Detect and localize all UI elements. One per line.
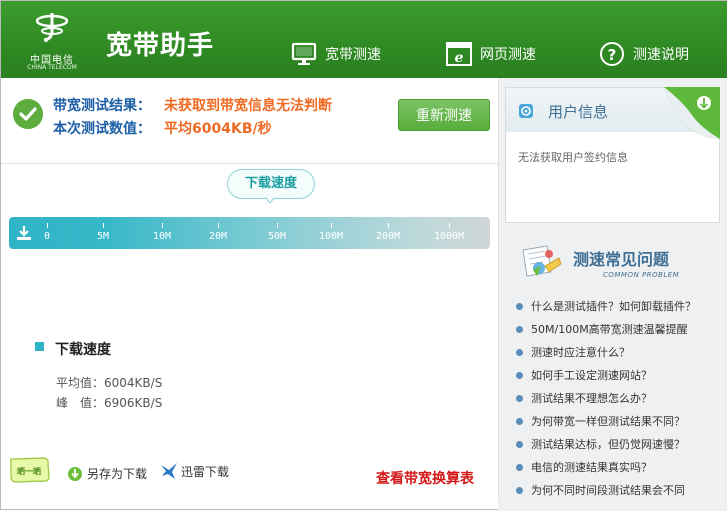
bullet-icon	[516, 372, 523, 379]
speedtest-window: 中国电信 CHINA TELECOM 宽带助手 宽带测速 e 网页测速 ? 测速…	[0, 0, 727, 511]
share-badge[interactable]: 晒一晒	[7, 456, 51, 484]
bullet-icon	[516, 441, 523, 448]
user-info-text: 无法获取用户签约信息	[518, 151, 628, 164]
header-bar: 中国电信 CHINA TELECOM 宽带助手 宽带测速 e 网页测速 ? 测速…	[1, 1, 727, 78]
scale-tick-label: 50M	[267, 231, 287, 242]
save-as-download-label: 另存为下载	[87, 467, 148, 481]
scale-tick-label: 100M	[318, 231, 344, 242]
scale-tick	[388, 223, 389, 228]
faq-item-label: 测试结果达标，但仍觉网速慢？	[531, 438, 685, 451]
faq-item-label: 50M/100M高带宽测速温馨提醒	[531, 323, 688, 336]
faq-item[interactable]: 测速时应注意什么？	[513, 341, 723, 364]
share-badge-text: 晒一晒	[17, 467, 41, 476]
faq-title: 测速常见问题	[573, 250, 670, 269]
monitor-icon	[291, 42, 317, 65]
bullet-icon	[516, 464, 523, 471]
bandwidth-conversion-link[interactable]: 查看带宽换算表	[376, 468, 474, 488]
thunder-bird-icon	[161, 463, 177, 479]
app-title: 宽带助手	[106, 31, 215, 61]
faq-list: 什么是测试插件？如何卸载插件？ 50M/100M高带宽测速温馨提醒 测速时应注意…	[513, 295, 723, 502]
faq-item[interactable]: 如何手工设定测速网站？	[513, 364, 723, 387]
bullet-icon	[516, 326, 523, 333]
nav-label: 测速说明	[633, 47, 689, 63]
result-summary: 带宽测试结果： 未获取到带宽信息无法判断 本次测试数值： 平均6004KB/秒 …	[1, 78, 498, 164]
scale-tick	[277, 223, 278, 228]
page-curl-download-icon[interactable]	[664, 87, 720, 139]
browser-icon: e	[446, 42, 472, 66]
scale-tick-label: 10M	[152, 231, 172, 242]
help-icon: ?	[600, 42, 624, 66]
test-value-label: 本次测试数值：	[53, 121, 151, 137]
faq-item[interactable]: 为何带宽一样但测试结果不同？	[513, 410, 723, 433]
faq-item-label: 电信的测速结果真实吗？	[531, 461, 652, 474]
thunder-download-link[interactable]: 迅雷下载	[159, 461, 229, 481]
faq-item-label: 测试结果不理想怎么办？	[531, 392, 652, 405]
tag-pointer	[265, 197, 275, 203]
logo-text-en: CHINA TELECOM	[27, 64, 77, 71]
user-info-panel: 用户信息 无法获取用户签约信息	[505, 87, 720, 223]
svg-text:?: ?	[608, 46, 617, 64]
faq-subtitle: COMMON PROBLEM	[603, 271, 680, 279]
test-value: 平均6004KB/秒	[164, 121, 272, 137]
user-info-title: 用户信息	[548, 103, 609, 121]
scale-tick	[103, 223, 104, 228]
scale-tick-label: 1000M	[433, 231, 465, 242]
bullet-icon	[516, 303, 523, 310]
faq-item-label: 如何手工设定测速网站？	[531, 369, 652, 382]
nav-broadband-test[interactable]: 宽带测速	[291, 39, 381, 69]
result-label: 带宽测试结果：	[53, 98, 151, 114]
faq-item[interactable]: 电信的测速结果真实吗？	[513, 456, 723, 479]
download-arrow-icon	[68, 466, 82, 481]
faq-item-label: 什么是测试插件？如何卸载插件？	[531, 300, 696, 313]
bullet-icon	[516, 349, 523, 356]
nav-label: 宽带测速	[325, 47, 381, 63]
stats-title: 下载速度	[55, 342, 111, 358]
save-as-download-link[interactable]: 另存为下载	[67, 465, 147, 482]
peak-speed-row: 峰 值：6906KB/S	[56, 394, 162, 411]
scale-tick-label: 20M	[208, 231, 228, 242]
scale-tick	[47, 223, 48, 228]
result-value: 未获取到带宽信息无法判断	[164, 98, 332, 114]
bullet-icon	[516, 418, 523, 425]
check-icon	[13, 99, 43, 129]
nav-webpage-test[interactable]: e 网页测速	[446, 39, 536, 69]
scale-tick-label: 0	[43, 231, 51, 242]
scale-tick	[449, 223, 450, 228]
scale-tick-label: 5M	[96, 231, 110, 242]
faq-item[interactable]: 测试结果不理想怎么办？	[513, 387, 723, 410]
peak-label: 峰 值：	[56, 396, 105, 410]
nav-label: 网页测速	[480, 47, 536, 63]
telecom-logo-icon	[35, 13, 69, 42]
share-badge-icon: 晒一晒	[9, 457, 50, 483]
avg-value: 6004KB/S	[104, 376, 163, 390]
user-info-icon	[519, 104, 533, 118]
speed-scale-bar: 0 5M 10M 20M 50M 100M 200M 1000M	[9, 217, 490, 249]
right-sidebar: 用户信息 无法获取用户签约信息 测速常见问题 COMMON PROBLEM 什么…	[498, 78, 727, 511]
scale-tick	[218, 223, 219, 228]
bullet-icon	[516, 395, 523, 402]
scale-tick	[331, 223, 332, 228]
peak-value: 6906KB/S	[104, 396, 163, 410]
series-marker	[35, 342, 44, 351]
faq-item[interactable]: 什么是测试插件？如何卸载插件？	[513, 295, 723, 318]
faq-item-label: 为何带宽一样但测试结果不同？	[531, 415, 685, 428]
avg-label: 平均值：	[56, 376, 105, 390]
thunder-download-label: 迅雷下载	[181, 464, 230, 479]
speed-type-tag: 下载速度	[227, 169, 315, 199]
faq-item-label: 测速时应注意什么？	[531, 346, 630, 359]
faq-item[interactable]: 测试结果达标，但仍觉网速慢？	[513, 433, 723, 456]
svg-text:e: e	[455, 50, 464, 66]
nav-test-help[interactable]: ? 测速说明	[599, 39, 689, 69]
faq-scroll-fade	[498, 493, 727, 511]
retest-button[interactable]: 重新测速	[398, 99, 490, 131]
download-tray-icon	[17, 226, 31, 240]
avg-speed-row: 平均值：6004KB/S	[56, 374, 162, 391]
faq-item[interactable]: 50M/100M高带宽测速温馨提醒	[513, 318, 723, 341]
faq-illustration-icon	[522, 245, 562, 277]
scale-tick-label: 200M	[375, 231, 401, 242]
scale-tick	[162, 223, 163, 228]
china-telecom-logo: 中国电信 CHINA TELECOM	[21, 9, 81, 71]
